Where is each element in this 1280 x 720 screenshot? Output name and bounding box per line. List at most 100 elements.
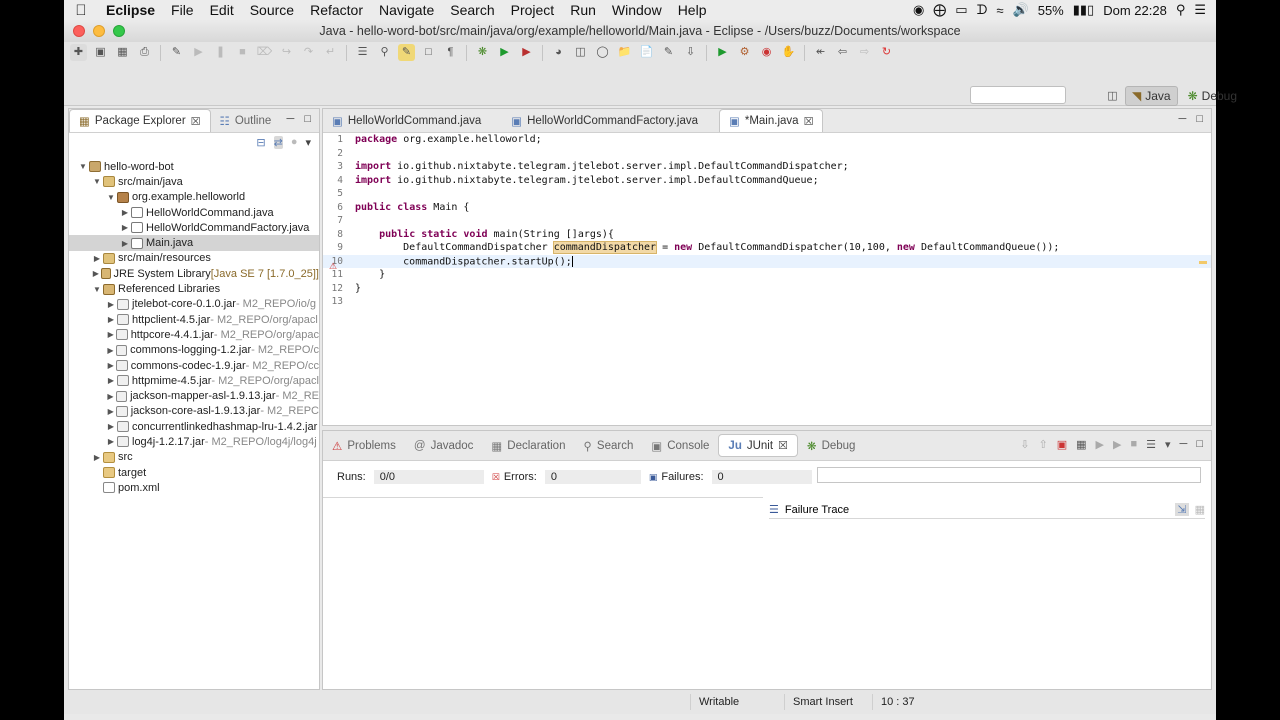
focus-icon[interactable]: ● [291,136,298,149]
tab-debug[interactable]: ❋ Debug [798,435,865,457]
code-editor[interactable]: 1 package org.example.helloworld; 2 3 import… [323,133,1211,309]
mark-occurrences-icon[interactable]: ✎ [398,44,415,61]
suspend-icon[interactable]: ❚ [212,44,229,61]
pin-icon[interactable]: ✎ [168,44,185,61]
code-line[interactable]: 1 package org.example.helloworld; [323,133,1211,147]
filter-stack-icon[interactable]: ⇲ [1175,503,1189,516]
tab-package-explorer[interactable]: ▦ Package Explorer ☒ [69,109,211,132]
menu-edit[interactable]: Edit [202,2,242,18]
collapsed-twisty-icon[interactable]: ▶ [91,254,103,263]
block-selection-icon[interactable]: □ [420,44,437,61]
maximize-icon[interactable]: □ [1196,438,1203,451]
new-class-icon[interactable]: ◯ [594,44,611,61]
tree-item[interactable]: ▶ src/main/resources [69,251,319,266]
terminate-icon[interactable]: ■ [234,44,251,61]
debug-perspective-button[interactable]: ❋ Debug [1182,87,1243,105]
collapsed-twisty-icon[interactable]: ▶ [105,437,117,446]
tree-item[interactable]: ▶ httpcore-4.4.1.jar - M2_REPO/org/apac [69,327,319,342]
collapsed-twisty-icon[interactable]: ▶ [105,392,116,401]
open-perspective-icon[interactable]: ◫ [1104,88,1121,105]
minimize-icon[interactable]: ─ [287,113,295,125]
record-icon[interactable]: ◉ [913,2,924,18]
stop-run-icon[interactable]: ■ [1130,438,1137,451]
search-icon[interactable]: ⚲ [376,44,393,61]
run-icon[interactable]: ▶ [496,44,513,61]
scroll-lock-icon[interactable]: ▦ [1076,438,1086,451]
menu-window[interactable]: Window [604,2,670,18]
new-java-project-icon[interactable]: ◫ [572,44,589,61]
step-over-icon[interactable]: ↷ [300,44,317,61]
close-icon[interactable]: ☒ [778,439,788,452]
save-icon[interactable]: ▣ [92,44,109,61]
step-return-icon[interactable]: ↵ [322,44,339,61]
spotlight-icon[interactable]: ⚲ [1176,2,1186,18]
tree-item[interactable]: ▶ log4j-1.2.17.jar - M2_REPO/log4j/log4j [69,434,319,449]
tree-item[interactable]: ▶ jackson-mapper-asl-1.9.13.jar - M2_RE [69,388,319,403]
skip-breakpoints-icon[interactable]: ✋ [780,44,797,61]
view-menu-icon[interactable]: ▾ [1165,438,1171,451]
restart-icon[interactable]: ↻ [878,44,895,61]
coverage-icon[interactable]: ◕ [550,44,567,61]
code-line[interactable]: 5 [323,187,1211,201]
print-icon[interactable]: ⎙ [136,44,153,61]
new-icon[interactable]: ✚ [70,44,87,61]
rerun-icon[interactable]: ▶ [1096,438,1104,451]
show-whitespace-icon[interactable]: ¶ [442,44,459,61]
collapsed-twisty-icon[interactable]: ▶ [119,239,131,248]
annotation-icon[interactable]: ✎ [660,44,677,61]
tree-item[interactable]: ▶ concurrentlinkedhashmap-lru-1.4.2.jar [69,419,319,434]
link-with-editor-icon[interactable]: ⇄ [273,136,283,149]
menu-source[interactable]: Source [242,2,302,18]
apple-icon[interactable]:  [64,2,98,19]
collapsed-twisty-icon[interactable]: ▶ [105,422,117,431]
volume-icon[interactable]: 🔊 [1013,2,1029,18]
collapsed-twisty-icon[interactable]: ▶ [105,407,116,416]
menu-run[interactable]: Run [562,2,604,18]
maximize-icon[interactable]: □ [304,113,311,125]
next-annotation-icon[interactable]: ⇩ [682,44,699,61]
previous-failure-icon[interactable]: ⇧ [1039,438,1048,451]
forward-icon[interactable]: ⇨ [856,44,873,61]
collapsed-twisty-icon[interactable]: ▶ [105,330,116,339]
close-icon[interactable]: ☒ [191,115,201,128]
tree-item[interactable]: ▶ Main.java [69,235,319,251]
quick-access-input[interactable] [970,86,1066,104]
tab-search[interactable]: ⚲ Search [574,435,642,457]
save-all-icon[interactable]: ▦ [114,44,131,61]
menubar-clock[interactable]: Dom 22:28 [1103,3,1167,18]
code-line[interactable]: 9 DefaultCommandDispatcher commandDispat… [323,241,1211,255]
wifi-icon[interactable]: ≈ [996,3,1003,18]
close-icon[interactable]: ☒ [804,115,814,128]
collapsed-twisty-icon[interactable]: ▶ [105,361,116,370]
zoom-window-button[interactable] [113,25,125,37]
minimize-icon[interactable]: ─ [1179,113,1187,125]
tree-item[interactable]: ▶ httpmime-4.5.jar - M2_REPO/org/apacl [69,373,319,388]
collapsed-twisty-icon[interactable]: ▶ [105,315,117,324]
code-line[interactable]: 2 [323,147,1211,161]
tree-item[interactable]: ▼ src/main/java [69,174,319,189]
expanded-twisty-icon[interactable]: ▼ [105,193,117,202]
collapsed-twisty-icon[interactable]: ▶ [119,208,131,217]
warning-marker-icon[interactable]: ⚠ [329,261,337,272]
code-line[interactable]: 6 public class Main { [323,201,1211,215]
step-into-icon[interactable]: ↪ [278,44,295,61]
tab-console[interactable]: ▣ Console [642,435,718,457]
tree-item[interactable]: ▶ jtelebot-core-0.1.0.jar - M2_REPO/io/g [69,297,319,312]
notification-center-icon[interactable]: ☰ [1194,2,1206,18]
build-icon[interactable]: ⚙ [736,44,753,61]
open-file-icon[interactable]: 📄 [638,44,655,61]
menu-file[interactable]: File [163,2,202,18]
menu-help[interactable]: Help [670,2,715,18]
tree-item[interactable]: ▶ commons-codec-1.9.jar - M2_REPO/cc [69,358,319,373]
stop-icon[interactable]: ◉ [758,44,775,61]
tree-item[interactable]: ▶ src [69,450,319,465]
tree-item[interactable]: ▼ hello-word-bot [69,159,319,174]
editor-tab-main[interactable]: ▣ *Main.java ☒ [718,109,824,132]
debug-icon[interactable]: ❋ [474,44,491,61]
show-failures-only-icon[interactable]: ▣ [1057,438,1067,451]
tab-javadoc[interactable]: @ Javadoc [405,436,483,456]
minimize-icon[interactable]: ─ [1180,438,1188,451]
menu-project[interactable]: Project [503,2,563,18]
history-icon[interactable]: ☰ [1146,438,1156,451]
battery-icon[interactable]: ▮▮▯ [1073,2,1094,18]
